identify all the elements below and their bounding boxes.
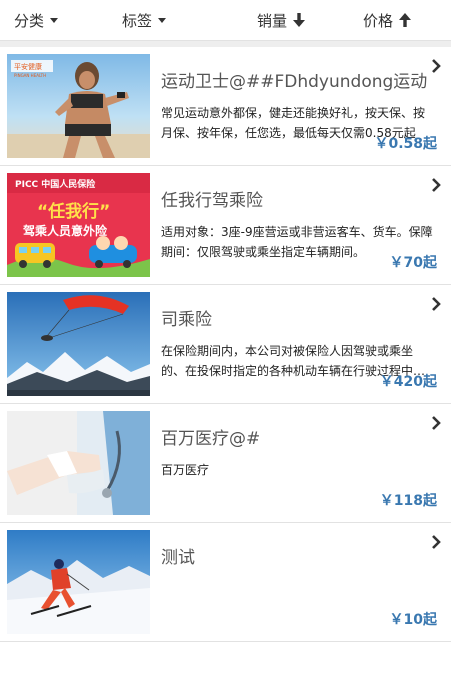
list-item[interactable]: 百万医疗@# 百万医疗 ￥118起 xyxy=(0,404,451,523)
product-image-paraglider xyxy=(7,292,150,396)
caret-down-icon xyxy=(50,17,59,23)
product-title: 百万医疗@# xyxy=(161,429,261,449)
svg-text:“任我行”: “任我行” xyxy=(37,201,110,222)
chevron-right-icon xyxy=(432,178,441,192)
filter-category-label: 分类 xyxy=(14,11,45,30)
chevron-right-icon xyxy=(432,416,441,430)
product-price: ￥0.58起 xyxy=(374,136,437,152)
filter-bar: 分类 标签 销量 价格 xyxy=(0,0,451,41)
product-price: ￥118起 xyxy=(379,493,437,509)
product-title: 司乘险 xyxy=(161,310,212,330)
product-price: ￥10起 xyxy=(389,612,437,628)
list-item[interactable]: PICC 中国人民保险 “任我行” 驾乘人员意外险 任我行驾乘险 适用对象：3座… xyxy=(0,166,451,285)
sort-sales[interactable]: 销量 xyxy=(257,0,306,41)
brand-logo: PICC 中国人民保险 xyxy=(15,178,96,190)
product-desc: 百万医疗 xyxy=(161,463,210,477)
product-price: ￥420起 xyxy=(379,374,437,390)
arrow-down-icon xyxy=(293,13,306,27)
sort-price-label: 价格 xyxy=(363,11,394,30)
product-list: 平安健康 PINGAN HEALTH 运动卫士@##FDhdyundong运动 … xyxy=(0,47,451,642)
filter-category[interactable]: 分类 xyxy=(14,0,59,41)
sort-sales-label: 销量 xyxy=(257,11,288,30)
sort-price[interactable]: 价格 xyxy=(363,0,412,41)
chevron-right-icon xyxy=(432,59,441,73)
product-title: 任我行驾乘险 xyxy=(161,191,263,211)
svg-text:驾乘人员意外险: 驾乘人员意外险 xyxy=(22,223,108,238)
brand-logo: 平安健康 xyxy=(14,62,42,71)
product-title: 测试 xyxy=(161,548,195,568)
list-item[interactable]: 平安健康 PINGAN HEALTH 运动卫士@##FDhdyundong运动 … xyxy=(0,47,451,166)
list-item[interactable]: 测试 ￥10起 xyxy=(0,523,451,642)
product-title: 运动卫士@##FDhdyundong运动 xyxy=(161,72,428,92)
list-item[interactable]: 司乘险 在保险期间内，本公司对被保险人因驾驶或乘坐的、在投保时指定的各种机动车辆… xyxy=(0,285,451,404)
product-price: ￥70起 xyxy=(389,255,437,271)
caret-down-icon xyxy=(158,17,167,23)
filter-tags[interactable]: 标签 xyxy=(122,0,167,41)
chevron-right-icon xyxy=(432,297,441,311)
svg-text:PINGAN HEALTH: PINGAN HEALTH xyxy=(14,73,46,78)
chevron-right-icon xyxy=(432,535,441,549)
arrow-up-icon xyxy=(399,13,412,27)
product-image-medical xyxy=(7,411,150,515)
product-image-picc: PICC 中国人民保险 “任我行” 驾乘人员意外险 xyxy=(7,173,150,277)
filter-tags-label: 标签 xyxy=(122,11,153,30)
product-image-skier xyxy=(7,530,150,634)
product-image-runner: 平安健康 PINGAN HEALTH xyxy=(7,54,150,158)
